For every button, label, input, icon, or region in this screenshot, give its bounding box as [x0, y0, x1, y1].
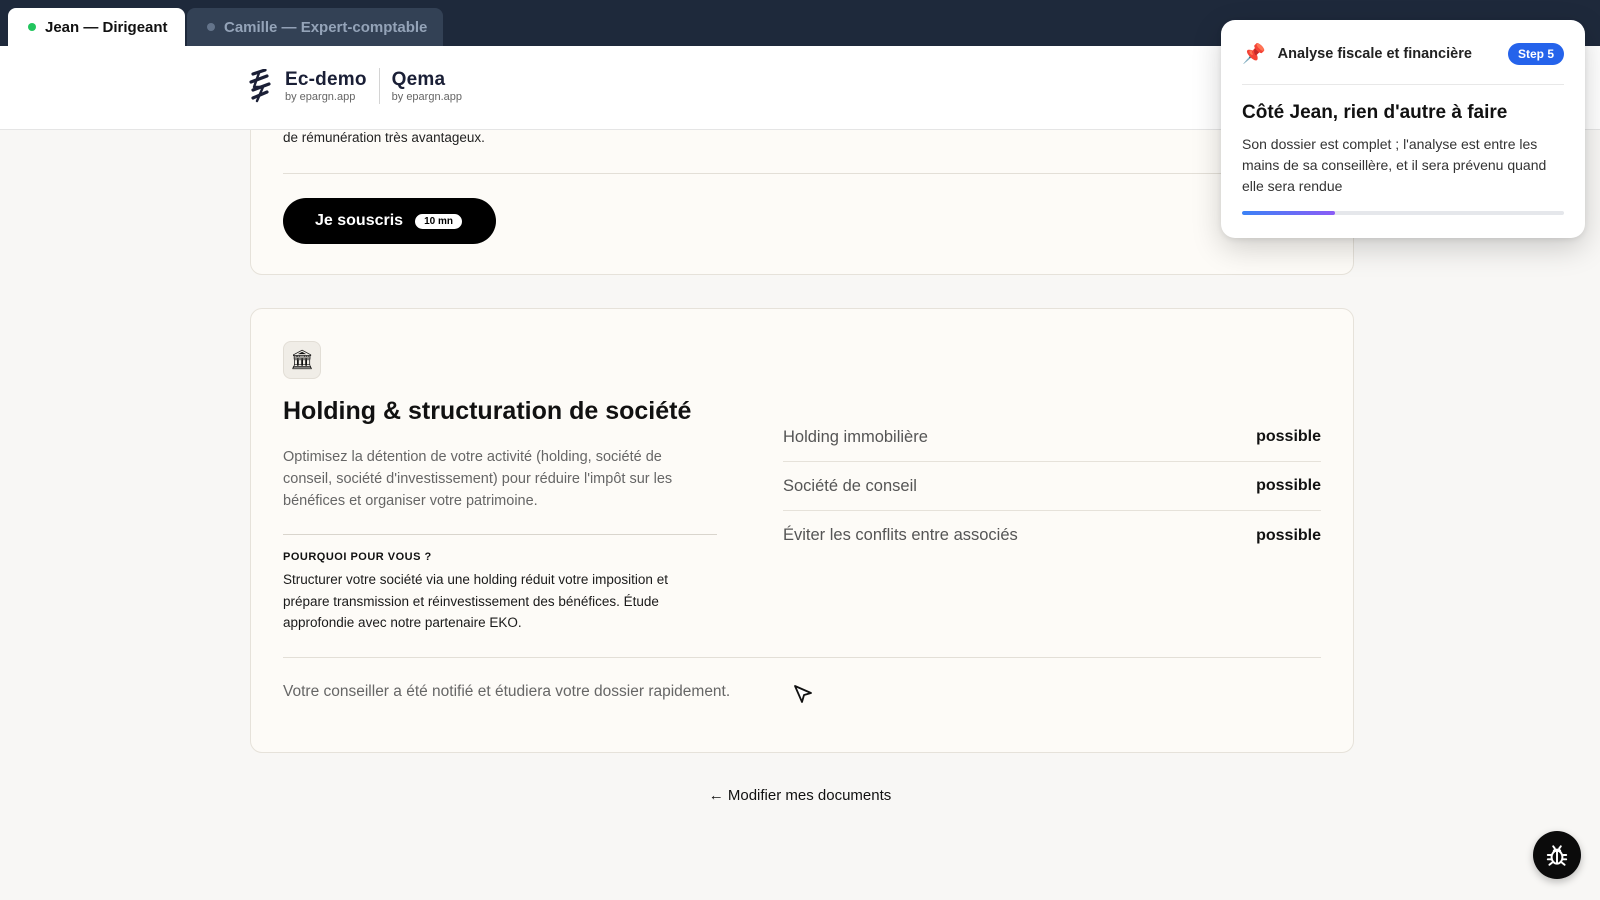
status-dot-icon [207, 23, 215, 31]
divider [283, 657, 1321, 658]
popover-header-left: 📌 Analyse fiscale et financière [1242, 42, 1472, 66]
brand-name: Ec-demo [285, 68, 367, 90]
popover-header: 📌 Analyse fiscale et financière Step 5 [1242, 42, 1564, 66]
feature-value: possible [1256, 477, 1321, 494]
why-text: Structurer votre société via une holding… [283, 572, 668, 630]
card-description-tail: de rémunération très avantageux. [283, 130, 485, 145]
tab-jean-dirigeant[interactable]: Jean — Dirigeant [8, 8, 185, 46]
onboarding-step-popover: 📌 Analyse fiscale et financière Step 5 C… [1221, 20, 1585, 238]
brand-logo-icon [249, 69, 271, 103]
divider [283, 534, 717, 535]
brand-separator [378, 68, 380, 104]
divider [1242, 84, 1564, 85]
brand-name: Qema [391, 68, 446, 90]
modify-documents-link[interactable]: ← Modifier mes documents [0, 787, 1600, 804]
duration-badge: 10 mn [415, 213, 462, 229]
status-dot-icon [28, 23, 36, 31]
tab-label: Jean — Dirigeant [45, 18, 168, 36]
popover-title: Côté Jean, rien d'autre à faire [1242, 102, 1508, 123]
feature-row: Holding immobilière possible [783, 413, 1321, 462]
bug-report-button[interactable] [1533, 831, 1581, 879]
feature-row: Éviter les conflits entre associés possi… [783, 511, 1321, 560]
feature-value: possible [1256, 428, 1321, 445]
subscribe-button-label: Je souscris [315, 212, 404, 229]
subscribe-button[interactable]: Je souscris 10 mn [283, 198, 496, 244]
feature-name: Société de conseil [783, 476, 917, 495]
feature-name: Holding immobilière [783, 427, 928, 446]
tab-camille-expert-comptable[interactable]: Camille — Expert-comptable [187, 8, 443, 46]
brand-primary: Ec-demo by epargn.app [285, 70, 367, 103]
feature-value: possible [1256, 526, 1321, 544]
progress-bar-fill [1242, 211, 1336, 215]
card-title: Holding & structuration de société [283, 397, 692, 425]
bug-icon [1546, 845, 1568, 866]
why-label: POURQUOI POUR VOUS ? [283, 551, 432, 563]
feature-name: Éviter les conflits entre associés [783, 526, 1018, 544]
popover-body: Son dossier est complet ; l'analyse est … [1242, 136, 1547, 194]
tab-label: Camille — Expert-comptable [224, 18, 428, 36]
bank-icon: 🏛 [283, 341, 321, 379]
card-description: Optimisez la détention de votre activité… [283, 449, 673, 509]
progress-bar [1242, 211, 1564, 215]
notified-message: Votre conseiller a été notifié et étudie… [283, 683, 731, 700]
mouse-cursor-icon [794, 685, 812, 703]
feature-list: Holding immobilière possible Société de … [783, 413, 1321, 560]
brand-subtitle: by epargn.app [391, 90, 462, 103]
step-badge: Step 5 [1507, 43, 1564, 65]
brand-secondary: Qema by epargn.app [392, 70, 462, 103]
brand[interactable]: Ec-demo by epargn.app Qema by epargn.app [249, 68, 462, 104]
divider [283, 173, 1321, 174]
pushpin-icon: 📌 [1242, 44, 1266, 65]
popover-category: Analyse fiscale et financière [1277, 46, 1472, 62]
brand-subtitle: by epargn.app [285, 90, 356, 103]
feature-row: Société de conseil possible [783, 462, 1321, 511]
